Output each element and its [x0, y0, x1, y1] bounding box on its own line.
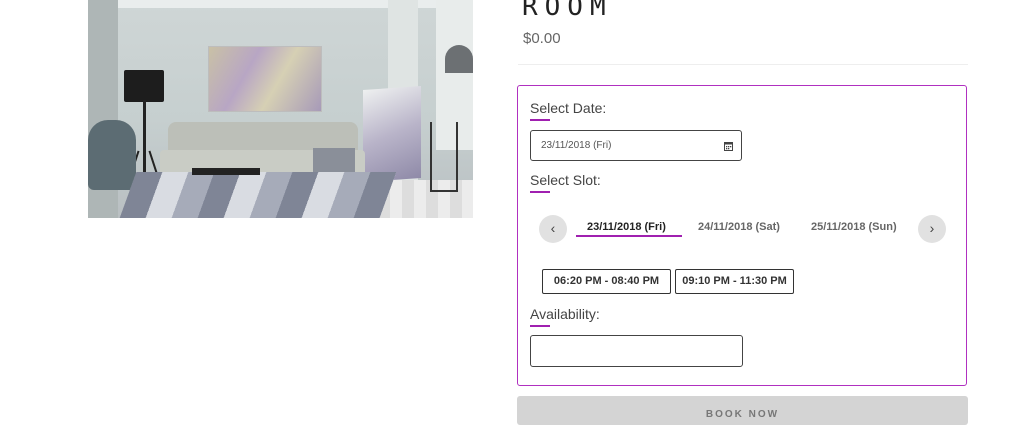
select-slot-underline	[530, 191, 550, 193]
image-pendant-lamp	[445, 45, 473, 73]
active-tab-underline	[576, 235, 682, 237]
select-date-underline	[530, 119, 550, 121]
product-image	[88, 0, 473, 218]
time-slot-button[interactable]: 06:20 PM - 08:40 PM	[542, 269, 671, 294]
select-slot-label: Select Slot:	[530, 172, 601, 188]
availability-underline	[530, 325, 550, 327]
book-now-button[interactable]: BOOK NOW	[517, 396, 968, 425]
chevron-left-icon: ‹	[550, 220, 556, 236]
image-floor	[378, 180, 473, 218]
image-dining-chair	[430, 122, 458, 192]
availability-field[interactable]	[530, 335, 743, 367]
chevron-right-icon: ›	[929, 220, 935, 236]
time-slot-button[interactable]: 09:10 PM - 11:30 PM	[675, 269, 794, 294]
image-coffee-table	[192, 168, 260, 175]
image-rug	[119, 172, 397, 218]
image-floor-lamp	[124, 70, 164, 102]
prev-date-button[interactable]: ‹	[539, 215, 567, 243]
date-picker-input[interactable]: 23/11/2018 (Fri)	[530, 130, 742, 161]
date-value: 23/11/2018 (Fri)	[541, 140, 612, 151]
image-painting	[208, 46, 322, 112]
calendar-icon[interactable]	[724, 141, 733, 151]
date-tab-1[interactable]: 23/11/2018 (Fri)	[587, 221, 666, 233]
availability-label: Availability:	[530, 306, 600, 322]
product-title: ROOM	[522, 0, 613, 22]
next-date-button[interactable]: ›	[918, 215, 946, 243]
date-tab-2[interactable]: 24/11/2018 (Sat)	[698, 221, 780, 233]
image-leaning-painting	[363, 85, 421, 183]
image-lamp-pole	[143, 100, 146, 180]
image-armchair	[88, 120, 136, 190]
divider	[518, 64, 968, 65]
select-date-label: Select Date:	[530, 100, 607, 116]
date-tab-3[interactable]: 25/11/2018 (Sun)	[811, 221, 897, 233]
product-price: $0.00	[523, 30, 561, 47]
